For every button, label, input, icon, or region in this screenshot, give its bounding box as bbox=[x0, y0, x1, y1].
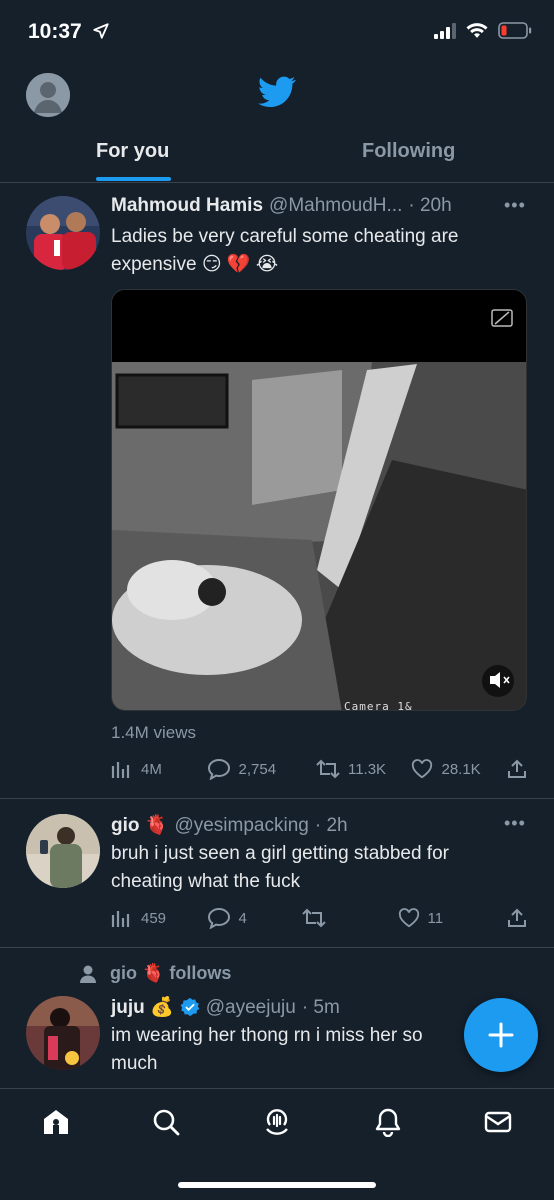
messages-icon[interactable] bbox=[483, 1107, 513, 1137]
more-options-icon[interactable]: ••• bbox=[504, 813, 526, 834]
heart-icon bbox=[412, 759, 433, 779]
social-context[interactable]: gio 🫀 follows bbox=[78, 963, 231, 984]
retweet-button[interactable]: 11.3K bbox=[316, 759, 412, 779]
location-arrow-icon bbox=[92, 23, 109, 39]
tweet-video[interactable]: Camera 1& bbox=[111, 289, 527, 711]
avatar-photo bbox=[26, 196, 100, 270]
reply-icon bbox=[207, 758, 230, 780]
tab-following[interactable]: Following bbox=[362, 140, 455, 163]
wifi-icon bbox=[466, 23, 488, 38]
avatar-photo bbox=[26, 814, 100, 888]
tweet-text: bruh i just seen a girl getting stabbed … bbox=[111, 843, 449, 892]
analytics-button[interactable]: 459 bbox=[111, 908, 207, 928]
analytics-button[interactable]: 4M bbox=[111, 759, 207, 779]
signal-icon bbox=[434, 22, 456, 39]
tweet-time: · 20h bbox=[408, 195, 452, 216]
tweet-actions: 4M 2,754 11.3K 28.1K bbox=[111, 758, 527, 780]
tweet-author-avatar[interactable] bbox=[26, 196, 100, 270]
share-button[interactable] bbox=[507, 759, 527, 779]
profile-avatar[interactable] bbox=[26, 73, 70, 117]
header-divider bbox=[0, 182, 554, 183]
like-button[interactable]: 11 bbox=[398, 908, 507, 928]
home-icon[interactable] bbox=[41, 1107, 71, 1137]
tweet-actions: 459 4 11 bbox=[111, 907, 527, 929]
tweet-time: · 2h bbox=[314, 815, 348, 836]
search-icon[interactable] bbox=[151, 1107, 181, 1137]
share-icon bbox=[508, 908, 526, 927]
more-options-icon[interactable]: ••• bbox=[504, 195, 526, 216]
battery-icon bbox=[498, 22, 532, 39]
verified-badge-icon bbox=[180, 997, 200, 1017]
tweet-header: gio 🫀 @yesimpacking · 2h bbox=[111, 813, 348, 837]
avatar-photo bbox=[26, 996, 100, 1070]
views-count: 1.4M views bbox=[111, 723, 197, 742]
author-handle[interactable]: @yesimpacking bbox=[174, 815, 308, 837]
home-indicator bbox=[178, 1182, 376, 1188]
video-camera-label: Camera 1& bbox=[344, 700, 413, 711]
tweet-author-avatar[interactable] bbox=[26, 814, 100, 888]
tweet-divider bbox=[0, 947, 554, 948]
twitter-logo[interactable] bbox=[258, 76, 297, 113]
tweet-text: Ladies be very careful some cheating are… bbox=[111, 226, 459, 275]
video-frame bbox=[112, 290, 526, 710]
status-icons bbox=[434, 22, 532, 39]
author-name[interactable]: juju 💰 bbox=[111, 995, 174, 1019]
active-tab-indicator bbox=[96, 177, 171, 181]
author-name[interactable]: gio 🫀 bbox=[111, 813, 168, 837]
default-avatar-icon bbox=[26, 73, 70, 117]
notifications-icon[interactable] bbox=[373, 1107, 403, 1137]
tweet-text: im wearing her thong rn i miss her so mu… bbox=[111, 1025, 423, 1074]
reply-button[interactable]: 4 bbox=[207, 907, 303, 929]
tweet-divider bbox=[0, 798, 554, 799]
share-icon bbox=[508, 759, 526, 778]
heart-icon bbox=[398, 908, 419, 928]
author-handle[interactable]: @MahmoudH... bbox=[269, 195, 402, 217]
reply-icon bbox=[207, 907, 230, 929]
retweet-icon bbox=[316, 759, 340, 779]
like-button[interactable]: 28.1K bbox=[411, 759, 507, 779]
compose-plus-icon bbox=[488, 1022, 514, 1048]
tweet-header: Mahmoud Hamis @MahmoudH... · 20h bbox=[111, 195, 452, 217]
tab-for-you[interactable]: For you bbox=[96, 140, 169, 163]
reply-button[interactable]: 2,754 bbox=[207, 758, 316, 780]
share-button[interactable] bbox=[507, 908, 527, 928]
author-handle[interactable]: @ayeejuju bbox=[206, 997, 296, 1019]
person-icon bbox=[80, 965, 96, 983]
tweet-author-avatar[interactable] bbox=[26, 996, 100, 1070]
twitter-bird-icon bbox=[258, 76, 297, 108]
retweet-icon bbox=[302, 908, 326, 928]
spaces-icon[interactable] bbox=[262, 1107, 292, 1137]
tweet-header: juju 💰 @ayeejuju · 5m bbox=[111, 995, 340, 1019]
tweet-time: · 5m bbox=[301, 997, 340, 1018]
analytics-icon bbox=[111, 911, 130, 927]
retweet-button[interactable] bbox=[302, 908, 398, 928]
status-time: 10:37 bbox=[28, 20, 110, 44]
author-name[interactable]: Mahmoud Hamis bbox=[111, 195, 263, 217]
analytics-icon bbox=[111, 762, 130, 778]
compose-tweet-button[interactable] bbox=[464, 998, 538, 1072]
